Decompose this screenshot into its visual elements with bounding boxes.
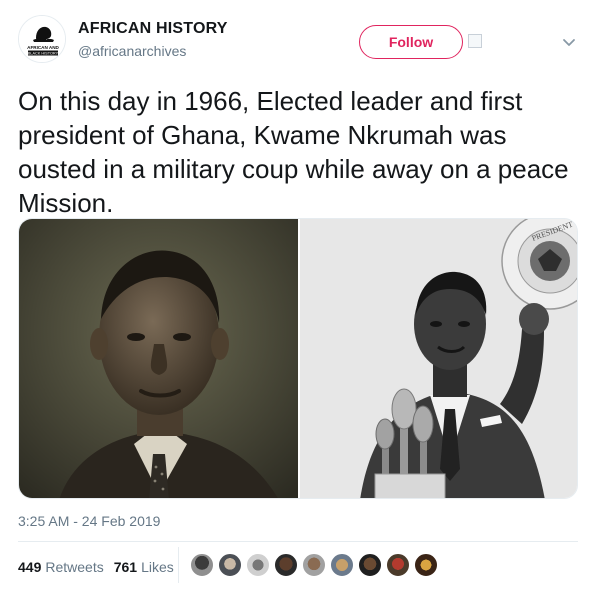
liker-avatar[interactable] [414,553,438,577]
stats-divider [178,547,179,583]
liker-avatar[interactable] [274,553,298,577]
user-handle[interactable]: @africanarchives [78,43,186,59]
chevron-down-icon[interactable] [561,36,577,48]
likes-count: 761 [113,559,138,575]
likes-label: Likes [141,559,174,575]
tweet-card: AFRICAN AND BLACK HISTORY AFRICAN HISTOR… [0,0,594,589]
liker-avatar[interactable] [330,553,354,577]
liker-avatar[interactable] [246,553,270,577]
retweets-count: 449 [18,559,42,575]
liker-avatar[interactable] [386,553,410,577]
speech-photo-right[interactable]: PRESIDENT [300,219,578,499]
avatar-text-line2: BLACK HISTORY [28,52,59,56]
small-square-icon[interactable] [468,34,482,48]
divider [18,541,578,542]
likes-stat[interactable]: 761 Likes [114,559,174,575]
liker-avatar[interactable] [358,553,382,577]
portrait-photo-left[interactable] [19,219,298,499]
retweets-label: Retweets [45,559,104,575]
media-container[interactable]: PRESIDENT [18,218,578,499]
liker-avatar[interactable] [302,553,326,577]
liker-avatar[interactable] [190,553,214,577]
avatar-logo-icon: AFRICAN AND BLACK HISTORY [19,16,65,62]
liker-avatar[interactable] [218,553,242,577]
follow-button[interactable]: Follow [359,25,463,59]
avatar[interactable]: AFRICAN AND BLACK HISTORY [18,15,66,63]
avatar-text-line1: AFRICAN AND [27,45,59,50]
tweet-timestamp[interactable]: 3:25 AM - 24 Feb 2019 [18,513,160,529]
tweet-text: On this day in 1966, Elected leader and … [18,86,569,218]
display-name[interactable]: AFRICAN HISTORY [78,20,228,38]
retweets-stat[interactable]: 449 Retweets [18,559,104,575]
liker-avatars [190,553,442,577]
tweet-stats: 449 Retweets 761 Likes [18,553,184,581]
